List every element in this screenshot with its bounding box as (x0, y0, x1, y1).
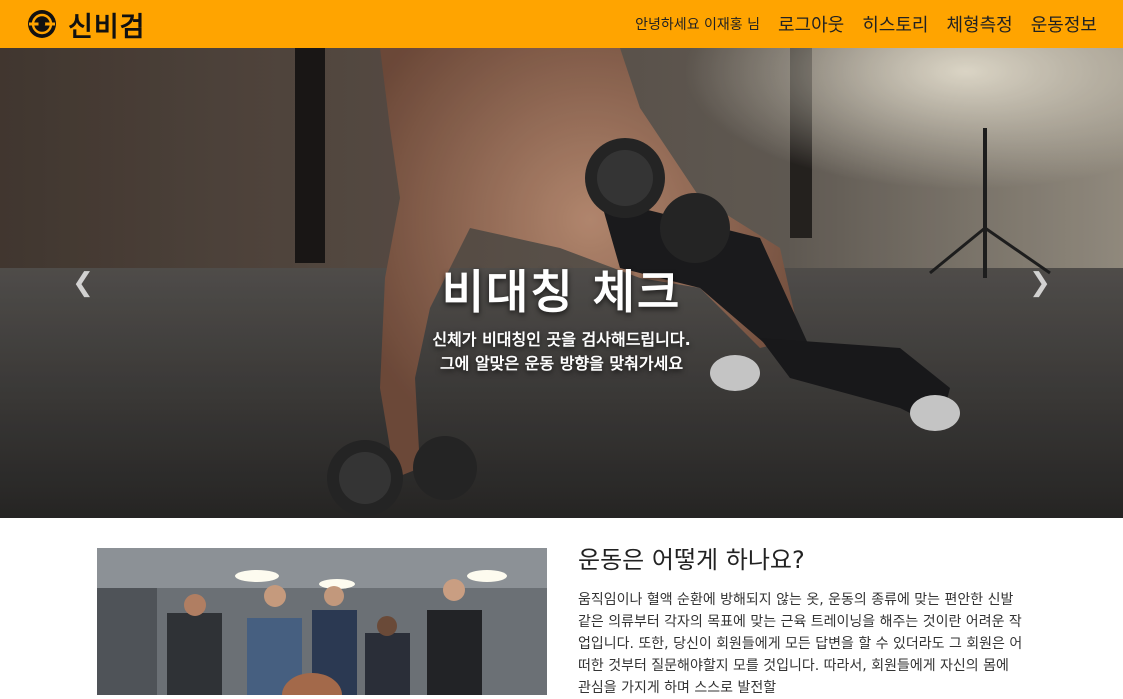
exercise-intro-section: 운동은 어떻게 하나요? 움직임이나 혈액 순환에 방해되지 않는 옷, 운동의… (0, 518, 1123, 696)
nav-history[interactable]: 히스토리 (862, 11, 928, 37)
hero-caption: 비대칭 체크 신체가 비대칭인 곳을 검사해드립니다. 그에 알맞은 운동 방향… (0, 256, 1123, 376)
intro-text-column: 운동은 어떻게 하나요? 움직임이나 혈액 순환에 방해되지 않는 옷, 운동의… (578, 540, 1026, 699)
brand-home-link[interactable]: 신비검 (26, 5, 146, 44)
hero-carousel: ❮ ❯ 비대칭 체크 신체가 비대칭인 곳을 검사해드립니다. 그에 알맞은 운… (0, 48, 1123, 518)
nav-logout[interactable]: 로그아웃 (778, 11, 844, 37)
section-body-text: 움직임이나 혈액 순환에 방해되지 않는 옷, 운동의 종류에 맞는 편안한 신… (578, 592, 1023, 696)
hero-subtitle-line-1: 신체가 비대칭인 곳을 검사해드립니다. (432, 330, 691, 349)
nav-exercise-info[interactable]: 운동정보 (1031, 11, 1097, 37)
section-heading: 운동은 어떻게 하나요? (578, 546, 805, 574)
nav-body-measure[interactable]: 체형측정 (947, 11, 1013, 37)
user-greeting: 안녕하세요 이재홍 님 (635, 17, 760, 33)
hero-title: 비대칭 체크 (441, 265, 682, 319)
dumbbell-plate-icon (28, 10, 56, 38)
brand-name: 신비검 (68, 11, 146, 43)
top-navbar: 신비검 안녕하세요 이재홍 님 로그아웃 히스토리 체형측정 운동정보 (0, 0, 1123, 48)
hero-subtitle-line-2: 그에 알맞은 운동 방향을 맞춰가세요 (439, 354, 684, 373)
nav-menu: 안녕하세요 이재홍 님 로그아웃 히스토리 체형측정 운동정보 (635, 11, 1097, 37)
gym-group-photo (97, 548, 547, 695)
